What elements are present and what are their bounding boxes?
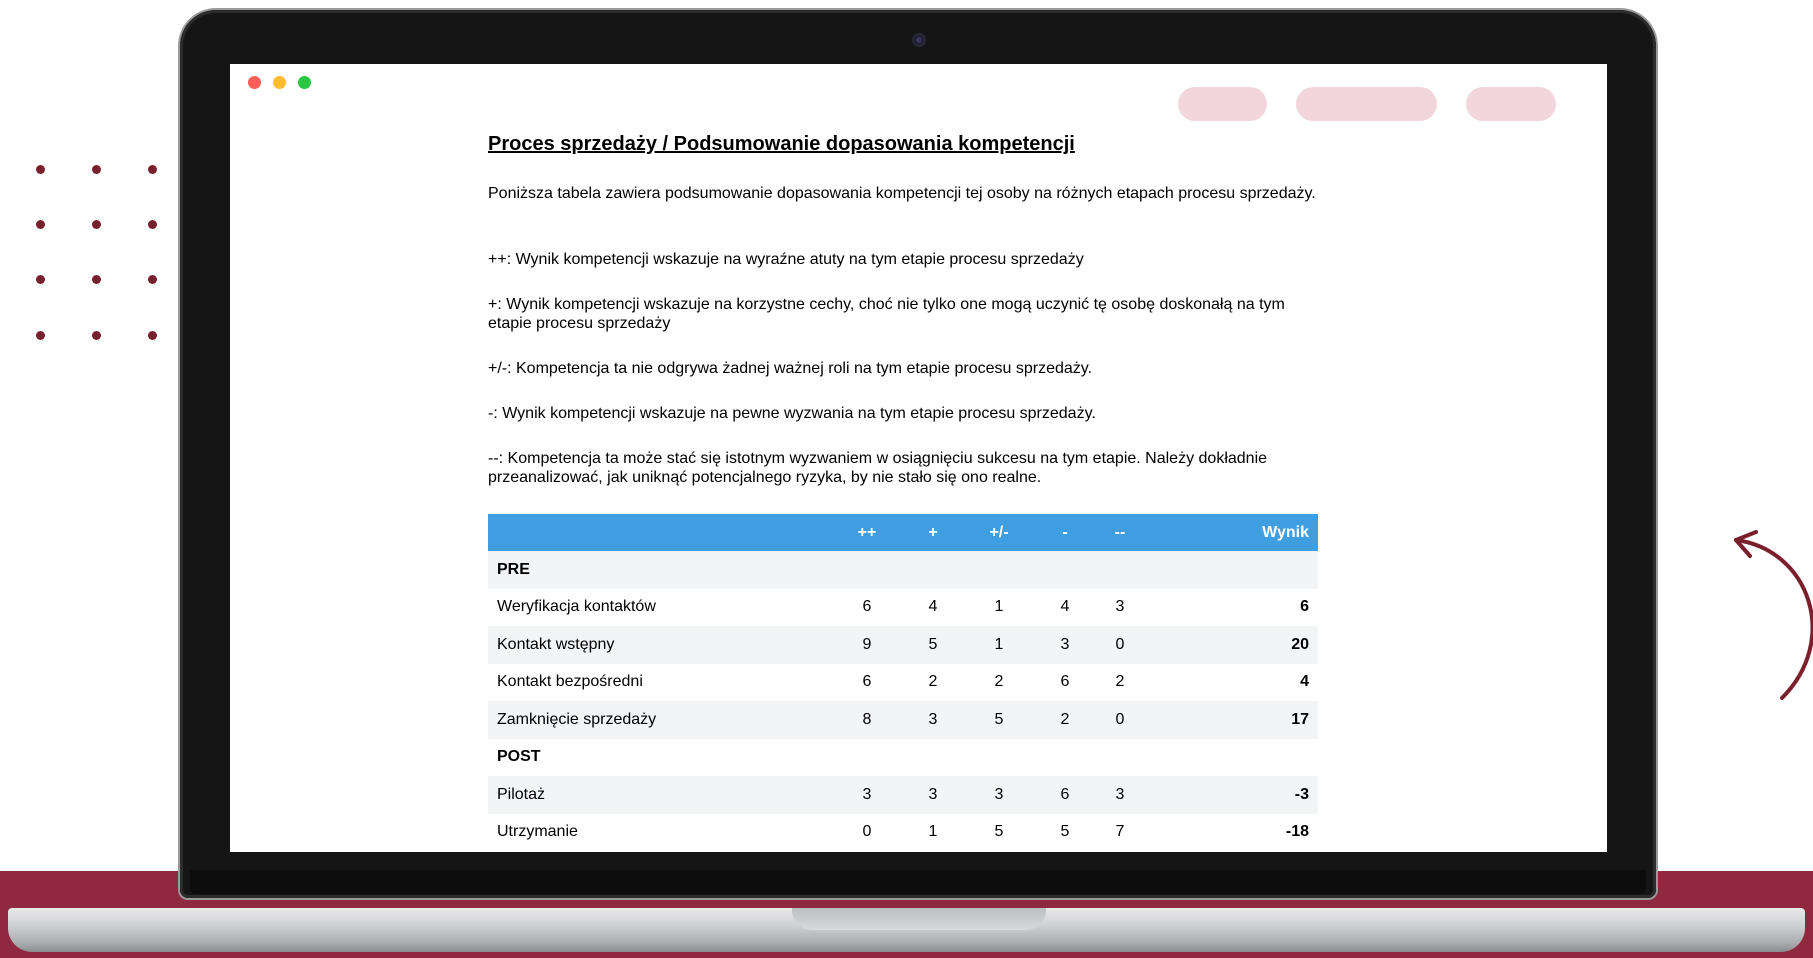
cell-value: 4	[928, 598, 938, 616]
window-controls	[248, 76, 311, 89]
cell-value: 1	[994, 598, 1004, 616]
dot-grid-decoration	[36, 165, 166, 345]
cell-value: 4	[1060, 598, 1070, 616]
legend-double-plus: ++: Wynik kompetencji wskazuje na wyraźn…	[488, 251, 1084, 268]
cell-value: 3	[900, 776, 966, 814]
laptop-chin	[190, 870, 1646, 894]
nav-placeholder-2[interactable]	[1296, 87, 1437, 121]
row-label: Pilotaż	[488, 776, 834, 814]
cell-value: 0	[1098, 626, 1142, 664]
cell-value: 5	[966, 701, 1032, 739]
laptop-screen: Proces sprzedaży / Podsumowanie dopasowa…	[230, 64, 1607, 852]
cell-value: 7	[1115, 823, 1125, 841]
column-header-score: Wynik	[1142, 514, 1318, 551]
cell-value: 3	[834, 776, 900, 814]
table-row: Zamknięcie sprzedaży 8 3 5 2 0 17	[488, 701, 1318, 739]
column-header: +	[900, 514, 966, 551]
cell-value: 2	[1032, 701, 1098, 739]
maximize-window-icon[interactable]	[298, 76, 311, 89]
column-header: +/-	[966, 514, 1032, 551]
cell-score: 6	[1300, 598, 1309, 616]
column-header	[488, 514, 834, 551]
table-row: Weryfikacja kontaktów 6 4 1 4 3 6	[488, 589, 1318, 627]
row-label: Weryfikacja kontaktów	[497, 598, 656, 616]
cell-value: 6	[1032, 776, 1098, 814]
report-intro: Poniższa tabela zawiera podsumowanie dop…	[488, 185, 1316, 202]
laptop-base-notch	[792, 908, 1046, 930]
cell-value: 3	[966, 776, 1032, 814]
cell-score: -18	[1285, 823, 1309, 841]
section-label: PRE	[488, 551, 1318, 589]
table-row: Kontakt wstępny 9 5 1 3 0 20	[488, 626, 1318, 664]
cell-value: 5	[900, 626, 966, 664]
webcam-icon	[912, 33, 926, 47]
curved-arrow-icon	[1734, 530, 1813, 700]
cell-value: 6	[862, 673, 872, 691]
nav-placeholder-3[interactable]	[1466, 87, 1556, 121]
row-label: Kontakt wstępny	[488, 626, 834, 664]
cell-value: 8	[834, 701, 900, 739]
cell-value: 0	[1098, 701, 1142, 739]
row-label: Kontakt bezpośredni	[497, 673, 643, 691]
row-label: Zamknięcie sprzedaży	[488, 701, 834, 739]
column-header: --	[1098, 514, 1142, 551]
legend-double-minus: --: Kompetencja ta może stać się istotny…	[488, 450, 1268, 486]
row-label: Utrzymanie	[497, 823, 578, 841]
nav-placeholder-1[interactable]	[1178, 87, 1267, 121]
table-row: Kontakt bezpośredni 6 2 2 6 2 4	[488, 664, 1318, 702]
column-header: ++	[834, 514, 900, 551]
cell-value: 1	[928, 823, 938, 841]
legend-minus: -: Wynik kompetencji wskazuje na pewne w…	[488, 405, 1096, 422]
table-header-row: ++ + +/- - -- Wynik	[488, 514, 1318, 551]
section-row-post: POST	[488, 739, 1318, 777]
cell-score: -3	[1142, 776, 1318, 814]
cell-value: 6	[862, 598, 872, 616]
cell-value: 3	[1115, 598, 1125, 616]
competency-summary-table: ++ + +/- - -- Wynik PRE Weryfikacja kont…	[488, 514, 1318, 851]
section-row-pre: PRE	[488, 551, 1318, 589]
close-window-icon[interactable]	[248, 76, 261, 89]
cell-value: 5	[1060, 823, 1070, 841]
cell-value: 2	[994, 673, 1004, 691]
report-title: Proces sprzedaży / Podsumowanie dopasowa…	[488, 133, 1075, 155]
cell-value: 0	[862, 823, 872, 841]
column-header: -	[1032, 514, 1098, 551]
cell-score: 17	[1142, 701, 1318, 739]
table-row: Utrzymanie 0 1 5 5 7 -18	[488, 814, 1318, 852]
cell-value: 1	[966, 626, 1032, 664]
cell-score: 4	[1300, 673, 1309, 691]
cell-value: 3	[900, 701, 966, 739]
cell-value: 9	[834, 626, 900, 664]
legend-neutral: +/-: Kompetencja ta nie odgrywa żadnej w…	[488, 360, 1093, 377]
cell-score: 20	[1142, 626, 1318, 664]
cell-value: 3	[1032, 626, 1098, 664]
minimize-window-icon[interactable]	[273, 76, 286, 89]
cell-value: 6	[1060, 673, 1070, 691]
section-label: POST	[497, 748, 541, 766]
legend-plus: +: Wynik kompetencji wskazuje na korzyst…	[488, 296, 1285, 332]
table-row: Pilotaż 3 3 3 6 3 -3	[488, 776, 1318, 814]
cell-value: 2	[1115, 673, 1125, 691]
cell-value: 2	[928, 673, 938, 691]
cell-value: 3	[1098, 776, 1142, 814]
cell-value: 5	[994, 823, 1004, 841]
